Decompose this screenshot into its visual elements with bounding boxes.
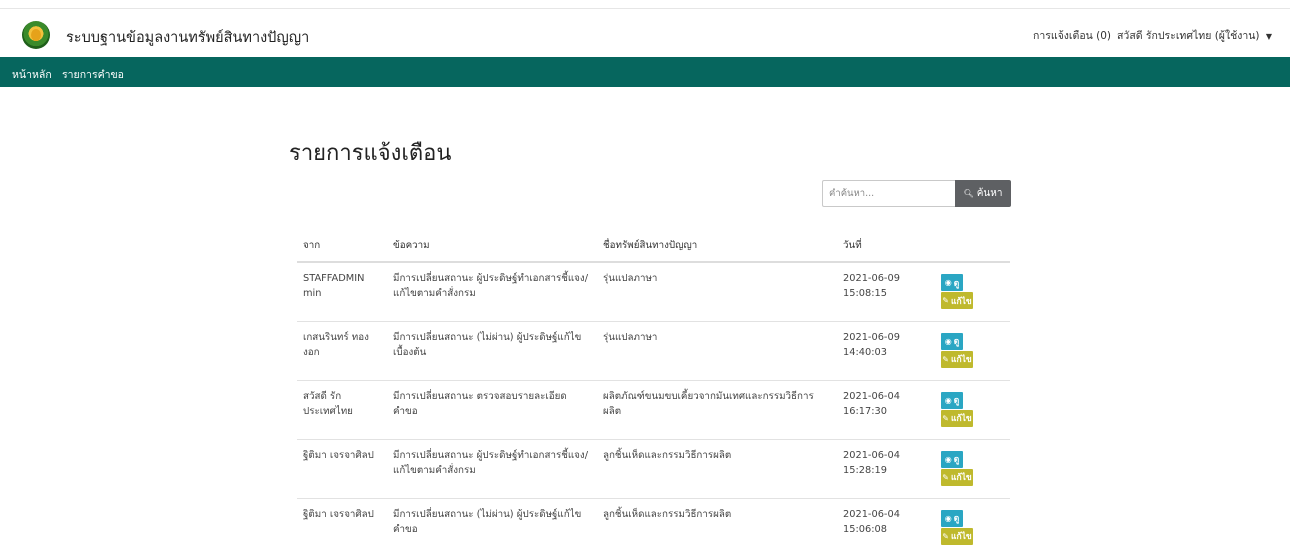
nav-requests[interactable]: รายการคำขอ: [62, 66, 124, 83]
time-value: 15:28:19: [843, 464, 887, 476]
view-button[interactable]: ◉ ดู: [941, 391, 963, 409]
cell-actions: ◉ ดู ✎ แก้ไข: [935, 262, 1010, 321]
cell-ip-name: ผลิตภัณฑ์ขนมขบเคี้ยวจากมันเทศและกรรมวิธี…: [597, 379, 837, 439]
eye-icon: ◉: [944, 454, 952, 464]
cell-ip-name: รุ่นแปลภาษา: [603, 273, 658, 284]
search-icon: 🔍︎: [963, 189, 974, 198]
time-value: 14:40:03: [843, 346, 887, 358]
edit-label: แก้ไข: [950, 355, 972, 365]
time-value: 16:17:30: [843, 405, 887, 417]
notifications-table: จาก ข้อความ ชื่อทรัพย์สินทางปัญญา วันที่…: [297, 230, 1010, 557]
page-title: รายการแจ้งเตือน: [289, 141, 452, 166]
edit-icon: ✎: [942, 531, 949, 541]
time-value: 15:06:08: [843, 523, 887, 535]
cell-message: มีการเปลี่ยนสถานะ (ไม่ผ่าน) ผู้ประดิษฐ์แ…: [387, 320, 597, 380]
edit-icon: ✎: [942, 413, 949, 423]
date-value: 2021-06-04: [843, 390, 900, 402]
cell-date: 2021-06-04 15:28:19: [837, 438, 935, 498]
eye-icon: ◉: [944, 278, 952, 287]
time-value: 15:08:15: [843, 288, 887, 299]
cell-date: 2021-06-09 14:40:03: [837, 320, 935, 380]
table-row: ฐิติมา เจรจาศิลป มีการเปลี่ยนสถานะ (ไม่ผ…: [297, 497, 1010, 557]
chevron-down-icon: ▼: [1265, 32, 1272, 41]
edit-button[interactable]: ✎ แก้ไข: [941, 468, 973, 486]
user-name: สวัสดี รักประเทศไทย (ผู้ใช้งาน): [1117, 30, 1260, 42]
header-from: จาก: [297, 230, 387, 263]
date-value: 2021-06-09: [843, 331, 900, 343]
cell-ip-name: ลูกชิ้นเห็ดและกรรมวิธีการผลิต: [597, 438, 837, 498]
cell-message: มีการเปลี่ยนสถานะ ตรวจสอบรายละเอียดคำขอ: [387, 379, 597, 439]
table-row: ฐิติมา เจรจาศิลป มีการเปลี่ยนสถานะ ผู้ปร…: [297, 438, 1010, 498]
edit-icon: ✎: [942, 354, 949, 364]
cell-message: มีการเปลี่ยนสถานะ ผู้ประดิษฐ์ทำเอกสารชี้…: [393, 273, 589, 299]
cell-ip-name: รุ่นแปลภาษา: [597, 320, 837, 380]
cell-ip-name: ลูกชิ้นเห็ดและกรรมวิธีการผลิต: [597, 497, 837, 557]
search-bar: 🔍︎ ค้นหา: [822, 180, 1011, 207]
edit-icon: ✎: [942, 472, 949, 482]
eye-icon: ◉: [944, 395, 952, 405]
search-button[interactable]: 🔍︎ ค้นหา: [955, 180, 1011, 207]
cell-from: ฐิติมา เจรจาศิลป: [297, 438, 387, 498]
nav-home[interactable]: หน้าหลัก: [12, 66, 52, 83]
cell-message: มีการเปลี่ยนสถานะ (ไม่ผ่าน) ผู้ประดิษฐ์แ…: [387, 497, 597, 557]
view-button[interactable]: ◉ ดู: [941, 332, 963, 350]
edit-button[interactable]: ✎ แก้ไข: [941, 350, 973, 368]
cell-message: มีการเปลี่ยนสถานะ ผู้ประดิษฐ์ทำเอกสารชี้…: [387, 438, 597, 498]
table-row: STAFFADMIN min มีการเปลี่ยนสถานะ ผู้ประด…: [297, 262, 1010, 321]
edit-button[interactable]: ✎ แก้ไข: [941, 527, 973, 545]
search-button-label: ค้นหา: [976, 188, 1003, 199]
view-button[interactable]: ◉ ดู: [941, 274, 963, 291]
cell-actions: ◉ ดู ✎ แก้ไข: [935, 320, 1010, 380]
cell-from: ฐิติมา เจรจาศิลป: [297, 497, 387, 557]
edit-label: แก้ไข: [950, 473, 972, 483]
date-value: 2021-06-09: [843, 273, 900, 284]
date-value: 2021-06-04: [843, 449, 900, 461]
eye-icon: ◉: [944, 513, 952, 523]
cell-date: 2021-06-09 15:08:15: [837, 262, 935, 321]
cell-actions: ◉ ดู ✎ แก้ไข: [935, 379, 1010, 439]
table-row: เกสนรินทร์ ทองงอก มีการเปลี่ยนสถานะ (ไม่…: [297, 320, 1010, 380]
cell-date: 2021-06-04 16:17:30: [837, 379, 935, 439]
edit-label: แก้ไข: [950, 414, 972, 424]
edit-label: แก้ไข: [950, 532, 972, 542]
view-label: ดู: [953, 396, 960, 406]
search-input[interactable]: [822, 180, 955, 207]
brand-title[interactable]: ระบบฐานข้อมูลงานทรัพย์สินทางปัญญา: [66, 26, 309, 49]
view-button[interactable]: ◉ ดู: [941, 509, 963, 527]
view-button[interactable]: ◉ ดู: [941, 450, 963, 468]
header-message: ข้อความ: [387, 230, 597, 263]
notifications-link[interactable]: การแจ้งเตือน (0): [1033, 27, 1111, 44]
header-actions: [935, 230, 1010, 263]
user-menu[interactable]: สวัสดี รักประเทศไทย (ผู้ใช้งาน) ▼: [1117, 27, 1272, 44]
cell-date: 2021-06-04 15:06:08: [837, 497, 935, 557]
cell-from: เกสนรินทร์ ทองงอก: [297, 320, 387, 380]
edit-button[interactable]: ✎ แก้ไข: [941, 292, 973, 309]
cell-actions: ◉ ดู ✎ แก้ไข: [935, 497, 1010, 557]
date-value: 2021-06-04: [843, 508, 900, 520]
edit-label: แก้ไข: [950, 296, 972, 307]
edit-button[interactable]: ✎ แก้ไข: [941, 409, 973, 427]
cell-from: STAFFADMIN min: [303, 273, 365, 299]
user-area: การแจ้งเตือน (0) สวัสดี รักประเทศไทย (ผู…: [1033, 27, 1272, 44]
eye-icon: ◉: [944, 336, 952, 346]
table-header-row: จาก ข้อความ ชื่อทรัพย์สินทางปัญญา วันที่: [297, 230, 1010, 263]
header-divider: [0, 8, 1290, 9]
view-label: ดู: [953, 455, 960, 465]
logo[interactable]: [22, 21, 50, 49]
view-label: ดู: [953, 337, 960, 347]
header-ip-name: ชื่อทรัพย์สินทางปัญญา: [597, 230, 837, 263]
view-label: ดู: [953, 514, 960, 524]
table-row: สวัสดี รักประเทศไทย มีการเปลี่ยนสถานะ ตร…: [297, 379, 1010, 439]
view-label: ดู: [953, 278, 960, 289]
header-date: วันที่: [837, 230, 935, 263]
cell-from: สวัสดี รักประเทศไทย: [297, 379, 387, 439]
cell-actions: ◉ ดู ✎ แก้ไข: [935, 438, 1010, 498]
main-nav: หน้าหลัก รายการคำขอ: [0, 57, 1290, 87]
edit-icon: ✎: [942, 296, 949, 305]
